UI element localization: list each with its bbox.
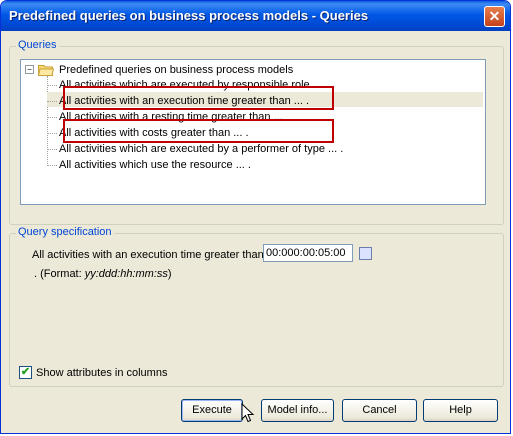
collapse-icon[interactable]: − bbox=[25, 65, 34, 74]
tree-item-label: All activities which use the resource ..… bbox=[59, 159, 251, 171]
execute-button[interactable]: Execute bbox=[181, 399, 243, 422]
window-title: Predefined queries on business process m… bbox=[9, 8, 369, 23]
dialog-window: Predefined queries on business process m… bbox=[0, 0, 511, 434]
tree-item-performer-type[interactable]: All activities which are executed by a p… bbox=[21, 141, 481, 157]
model-info-button[interactable]: Model info... bbox=[261, 399, 334, 422]
cancel-button[interactable]: Cancel bbox=[342, 399, 417, 422]
format-value: yy:ddd:hh:mm:ss bbox=[84, 268, 168, 280]
format-hint: . (Format: yy:ddd:hh:mm:ss) bbox=[34, 268, 172, 280]
mouse-cursor-icon bbox=[241, 403, 255, 423]
highlight-box-costs bbox=[63, 119, 334, 143]
format-prefix: . (Format: bbox=[34, 268, 85, 280]
tree-item-resource[interactable]: All activities which use the resource ..… bbox=[21, 157, 481, 173]
format-suffix: ) bbox=[167, 268, 172, 280]
execution-time-input[interactable]: 00:000:00:05:00 bbox=[263, 244, 353, 262]
close-button[interactable]: ✕ bbox=[484, 6, 505, 27]
query-spec-legend: Query specification bbox=[16, 226, 114, 238]
show-attributes-label[interactable]: Show attributes in columns bbox=[36, 367, 167, 379]
spec-label: All activities with an execution time gr… bbox=[32, 249, 264, 261]
tree-root-label: Predefined queries on business process m… bbox=[59, 64, 294, 76]
help-button[interactable]: Help bbox=[423, 399, 498, 422]
queries-legend: Queries bbox=[16, 39, 59, 51]
folder-open-icon bbox=[38, 65, 54, 76]
time-picker-button[interactable] bbox=[359, 247, 372, 260]
tree-item-label: All activities which are executed by a p… bbox=[59, 143, 344, 155]
show-attributes-checkbox[interactable]: ✔ bbox=[19, 366, 32, 379]
dialog-client: Queries − Predefined queries on business… bbox=[4, 31, 507, 432]
show-attributes-text: Show attributes in columns bbox=[36, 367, 168, 379]
highlight-box-execution-time bbox=[63, 86, 334, 110]
tree-root[interactable]: − Predefined queries on business process… bbox=[21, 62, 481, 78]
title-bar[interactable]: Predefined queries on business process m… bbox=[1, 1, 510, 31]
